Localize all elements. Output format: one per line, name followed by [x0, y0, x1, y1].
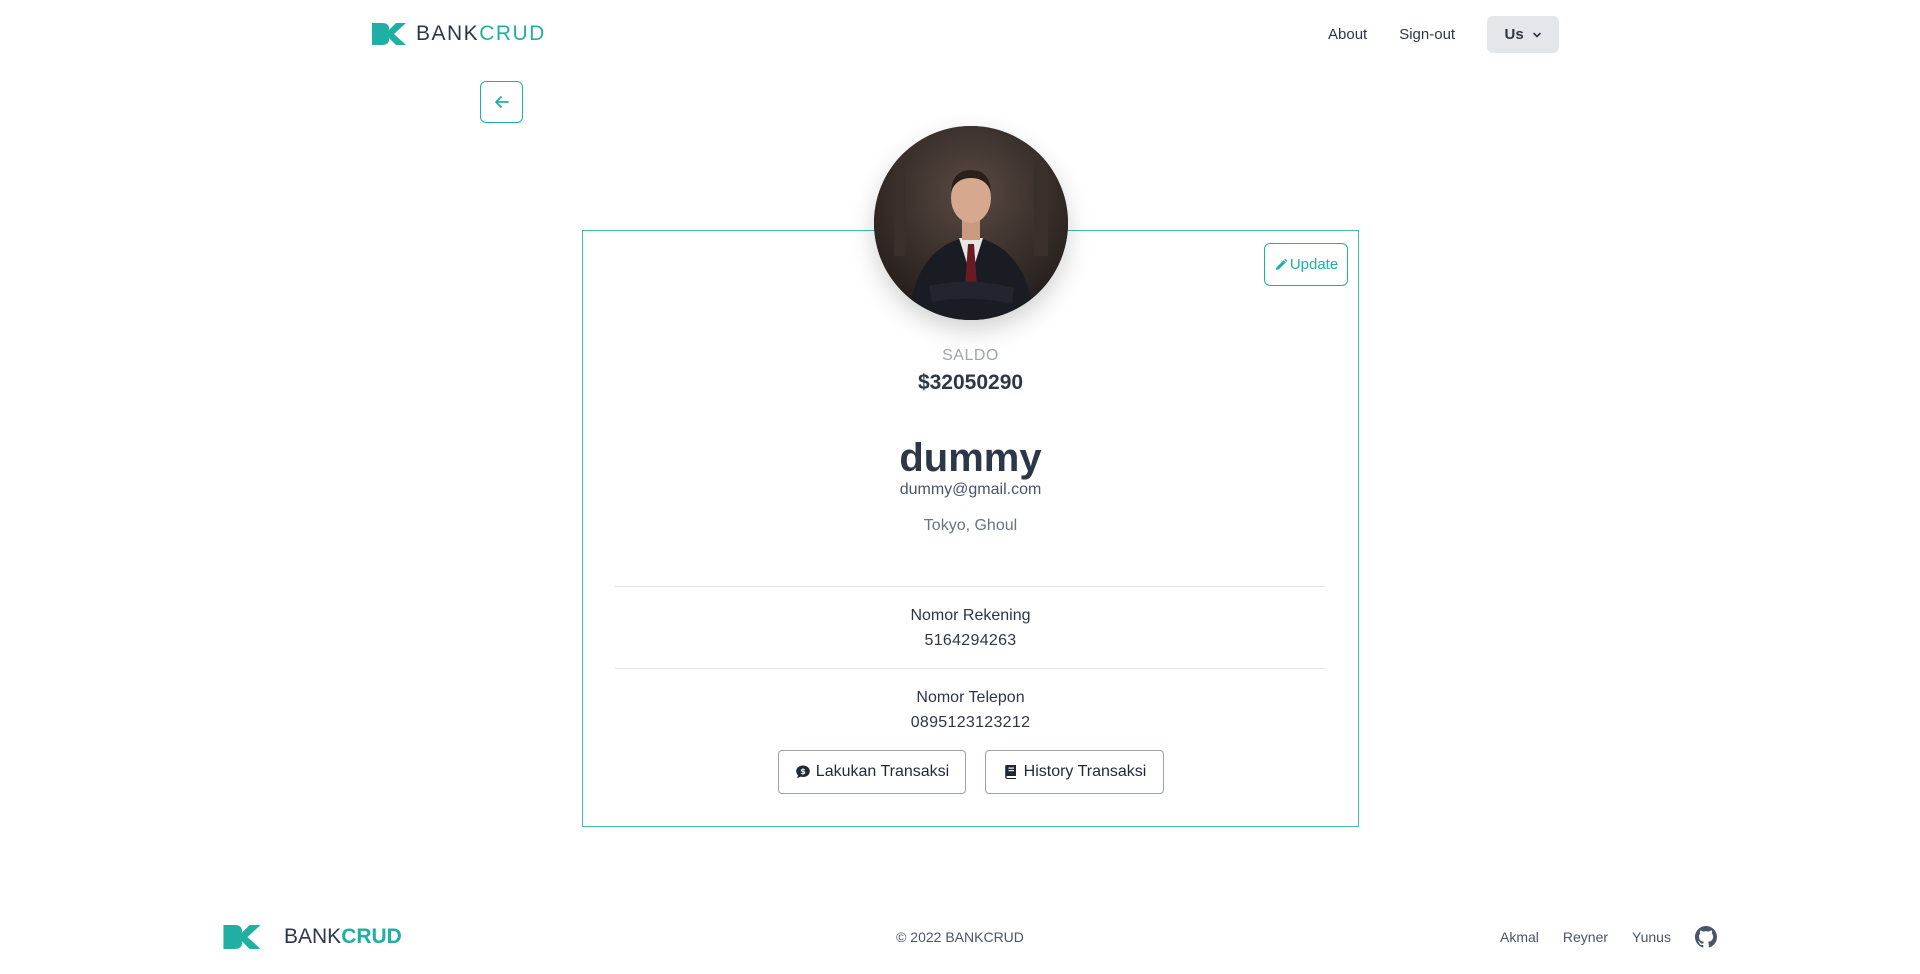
update-button[interactable]: Update — [1264, 243, 1348, 286]
user-name: dummy — [899, 436, 1042, 480]
chat-dollar-icon: $ — [795, 765, 810, 779]
nav-links: About Sign-out Us — [1312, 16, 1560, 53]
history-transaksi-button[interactable]: History Transaksi — [985, 750, 1164, 794]
user-menu-dropdown[interactable]: Us — [1487, 16, 1560, 53]
telepon-value: 0895123123212 — [910, 714, 1031, 731]
footer-brand-name: BANKCRUD — [284, 925, 402, 948]
user-menu-label: Us — [1504, 26, 1524, 43]
top-navbar: BANKCRUD About Sign-out Us — [0, 0, 1920, 68]
brand-logo[interactable]: BANKCRUD — [372, 22, 546, 46]
footer-link-reyner[interactable]: Reyner — [1563, 929, 1608, 945]
update-label: Update — [1289, 256, 1339, 273]
user-location: Tokyo, Ghoul — [923, 517, 1018, 534]
back-button[interactable] — [480, 81, 523, 123]
rekening-label: Nomor Rekening — [910, 607, 1031, 624]
divider — [615, 668, 1325, 669]
footer-link-yunus[interactable]: Yunus — [1632, 929, 1671, 945]
nav-signout-link[interactable]: Sign-out — [1383, 16, 1471, 53]
pencil-icon — [1275, 258, 1288, 270]
bankcrud-logo-icon — [223, 925, 261, 949]
svg-text:$: $ — [800, 767, 806, 776]
nav-about-link[interactable]: About — [1312, 16, 1383, 53]
avatar-photo — [874, 126, 1068, 320]
lakukan-transaksi-button[interactable]: $ Lakukan Transaksi — [778, 750, 966, 794]
footer-links: Akmal Reyner Yunus — [1500, 925, 1717, 949]
arrow-left-icon — [494, 96, 509, 108]
lakukan-transaksi-label: Lakukan Transaksi — [815, 763, 950, 780]
bankcrud-logo-icon — [372, 23, 406, 45]
saldo-label: SALDO — [942, 347, 999, 364]
copyright-text: © 2022 BANKCRUD — [896, 929, 1024, 945]
rekening-value: 5164294263 — [924, 632, 1017, 649]
telepon-label: Nomor Telepon — [916, 689, 1025, 706]
chevron-down-icon — [1532, 32, 1541, 37]
saldo-value: $32050290 — [917, 371, 1024, 394]
user-email: dummy@gmail.com — [899, 481, 1042, 498]
footer-brand[interactable]: BANKCRUD — [222, 925, 402, 949]
brand-name: BANKCRUD — [416, 22, 546, 45]
github-icon[interactable] — [1694, 926, 1717, 948]
profile-avatar — [874, 126, 1068, 320]
footer-link-akmal[interactable]: Akmal — [1500, 929, 1539, 945]
history-transaksi-label: History Transaksi — [1023, 763, 1147, 780]
divider — [615, 586, 1325, 587]
book-icon — [1004, 765, 1016, 779]
